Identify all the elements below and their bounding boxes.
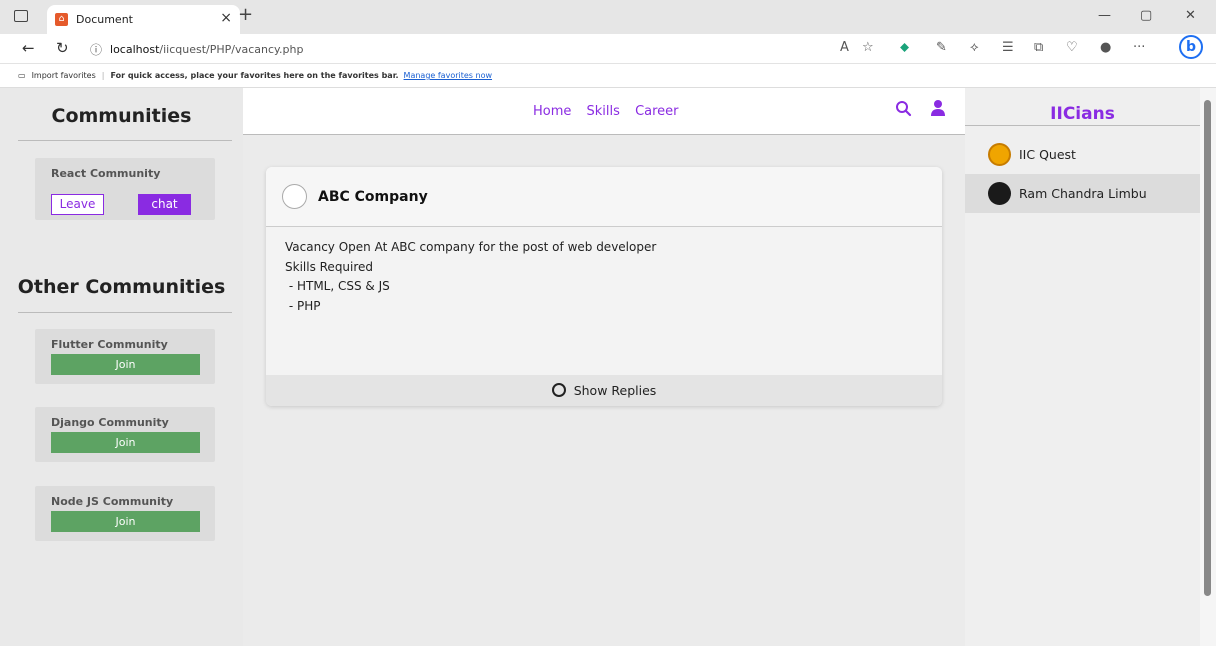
community-name: Django Community — [51, 416, 169, 429]
favorite-star-icon[interactable]: ☆ — [862, 40, 874, 55]
performance-icon[interactable]: ♡ — [1066, 40, 1078, 55]
favorites-message: For quick access, place your favorites h… — [110, 71, 399, 80]
read-aloud-icon[interactable]: A — [840, 40, 849, 55]
community-card-django: Django Community Join — [35, 407, 215, 462]
join-button[interactable]: Join — [51, 432, 200, 453]
divider — [965, 125, 1200, 126]
community-name: Node JS Community — [51, 495, 174, 508]
comment-icon — [551, 383, 566, 397]
address-bar: ← ↻ ⓘ localhost /iicquest/PHP/vacancy.ph… — [0, 34, 1216, 64]
close-window-icon[interactable]: ✕ — [1185, 8, 1196, 23]
show-replies-button[interactable]: Show Replies — [266, 375, 942, 406]
post-line: Vacancy Open At ABC company for the post… — [285, 240, 657, 254]
members-sidebar: IICians IIC Quest Ram Chandra Limbu — [965, 88, 1200, 646]
nav-skills-link[interactable]: Skills — [587, 104, 620, 119]
browser-tab[interactable]: ⌂ Document × — [47, 5, 240, 34]
pen-extension-icon[interactable]: ✎ — [936, 40, 947, 55]
member-item[interactable]: IIC Quest — [965, 135, 1200, 174]
post-line: - PHP — [285, 298, 321, 313]
community-card-react: React Community Leave chat — [35, 158, 215, 220]
manage-favorites-link[interactable]: Manage favorites now — [404, 71, 492, 80]
community-card-flutter: Flutter Community Join — [35, 329, 215, 384]
url-host: localhost — [110, 42, 160, 56]
back-icon[interactable]: ← — [22, 39, 35, 57]
divider — [18, 312, 232, 313]
favicon-icon: ⌂ — [55, 13, 68, 26]
import-icon[interactable]: ▭ — [18, 71, 26, 80]
post-line: Skills Required — [285, 259, 374, 274]
url-field[interactable]: ⓘ localhost /iicquest/PHP/vacancy.php — [90, 37, 890, 61]
top-navbar: Home Skills Career — [243, 88, 965, 135]
join-button[interactable]: Join — [51, 511, 200, 532]
info-icon[interactable]: ⓘ — [90, 41, 102, 58]
minimize-icon[interactable]: — — [1098, 8, 1111, 23]
vacancy-post: ABC Company Vacancy Open At ABC company … — [266, 167, 942, 406]
post-header: ABC Company — [266, 167, 942, 227]
page: Communities React Community Leave chat O… — [0, 88, 1216, 646]
member-name: Ram Chandra Limbu — [1019, 186, 1147, 201]
leave-button[interactable]: Leave — [51, 194, 104, 215]
import-favorites-link[interactable]: Import favorites — [32, 71, 96, 80]
post-body: Vacancy Open At ABC company for the post… — [266, 227, 942, 375]
user-icon[interactable] — [931, 99, 945, 117]
nav-career-link[interactable]: Career — [635, 104, 678, 119]
scrollbar[interactable] — [1200, 88, 1216, 646]
extension-icon[interactable]: ⬥ — [900, 40, 909, 55]
divider — [18, 140, 232, 141]
collections-icon[interactable]: ⧉ — [1034, 40, 1043, 55]
tab-actions-icon[interactable] — [14, 10, 28, 22]
communities-sidebar: Communities React Community Leave chat O… — [0, 88, 243, 646]
search-icon[interactable] — [895, 100, 912, 122]
browser-tab-strip: ⌂ Document × + — ▢ ✕ — [0, 0, 1216, 34]
member-item[interactable]: Ram Chandra Limbu — [965, 174, 1200, 213]
favorites-icon[interactable]: ☰ — [1002, 40, 1014, 55]
avatar — [988, 182, 1011, 205]
more-icon[interactable]: ··· — [1133, 40, 1145, 55]
nav-links: Home Skills Career — [533, 104, 690, 119]
nav-home-link[interactable]: Home — [533, 104, 571, 119]
profile-icon[interactable]: ● — [1100, 40, 1111, 55]
community-name: React Community — [51, 167, 161, 180]
join-button[interactable]: Join — [51, 354, 200, 375]
company-logo — [282, 184, 307, 209]
avatar — [988, 143, 1011, 166]
company-name: ABC Company — [318, 188, 428, 205]
members-title: IICians — [1050, 104, 1115, 124]
main-content: Home Skills Career ABC Company Vacancy O… — [243, 88, 965, 646]
other-communities-title: Other Communities — [17, 276, 226, 298]
member-name: IIC Quest — [1019, 147, 1076, 162]
scrollbar-thumb[interactable] — [1204, 100, 1211, 596]
communities-title: Communities — [51, 105, 192, 127]
tab-title: Document — [76, 13, 133, 26]
extensions-icon[interactable]: ⟡ — [970, 40, 979, 55]
restore-icon[interactable]: ▢ — [1140, 8, 1152, 23]
new-tab-icon[interactable]: + — [238, 4, 253, 25]
url-path: /iicquest/PHP/vacancy.php — [159, 42, 304, 56]
community-card-nodejs: Node JS Community Join — [35, 486, 215, 541]
divider: | — [101, 71, 105, 80]
show-replies-label: Show Replies — [573, 383, 657, 398]
copilot-icon[interactable]: b — [1179, 35, 1203, 59]
post-line: - HTML, CSS & JS — [285, 279, 390, 293]
refresh-icon[interactable]: ↻ — [56, 39, 69, 57]
favorites-bar: ▭ Import favorites | For quick access, p… — [0, 64, 1216, 88]
close-tab-icon[interactable]: × — [220, 10, 232, 26]
chat-button[interactable]: chat — [138, 194, 191, 215]
community-name: Flutter Community — [51, 338, 168, 351]
